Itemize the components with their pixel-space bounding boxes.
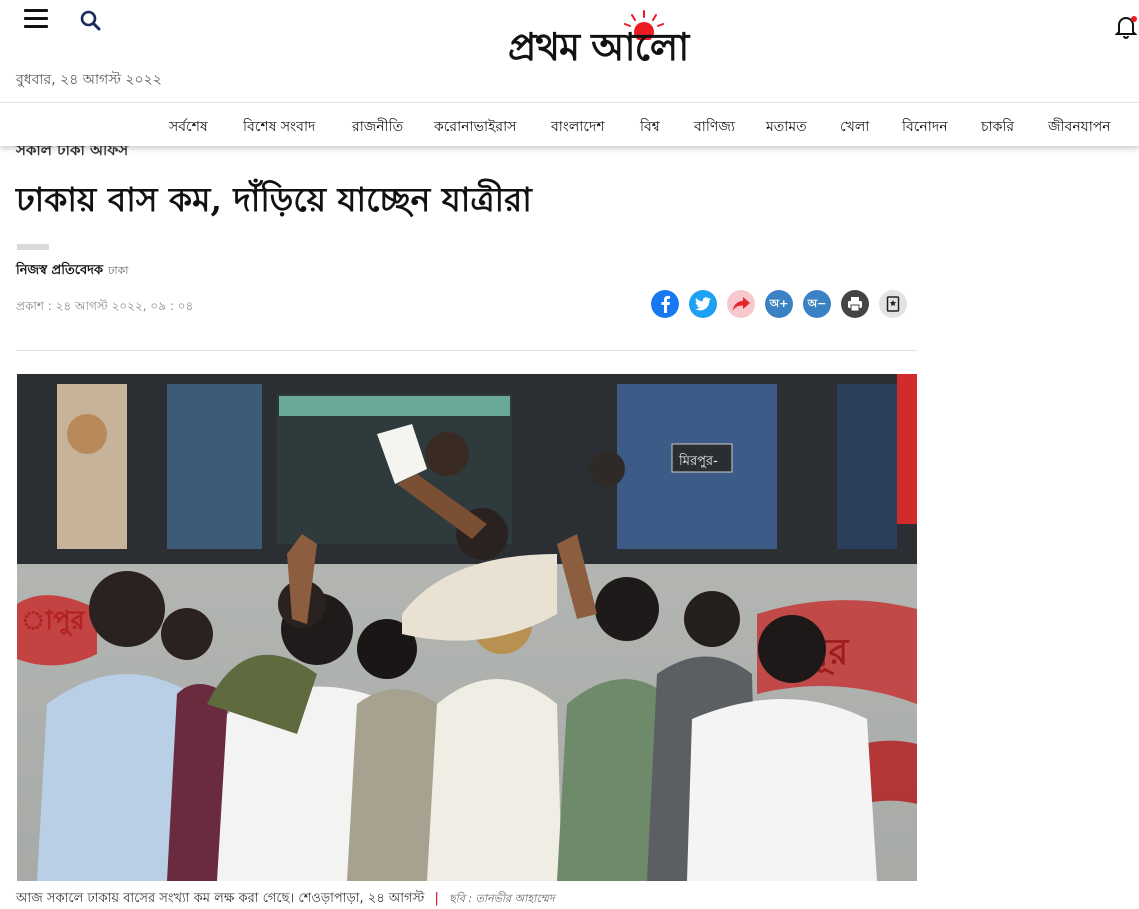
font-increase-button[interactable]: অ+ [765,290,793,318]
nav-item-business[interactable]: বাণিজ্য [694,115,735,139]
nav-item-bangladesh[interactable]: বাংলাদেশ [551,115,605,139]
headline-accent-bar [17,244,49,250]
article-headline: ঢাকায় বাস কম, দাঁড়িয়ে যাচ্ছেন যাত্রীর… [16,180,532,219]
caption-text: আজ সকালে ঢাকায় বাসের সংখ্যা কম লক্ষ করা… [16,891,425,906]
article-photo[interactable]: মিরপুর- াপুর নূর [17,374,917,881]
twitter-share-button[interactable] [689,290,717,318]
share-button[interactable] [727,290,755,318]
twitter-icon [695,297,711,311]
print-icon [848,297,862,312]
nav-item-sports[interactable]: খেলা [840,115,869,139]
logo-text: প্রথম আলো [508,24,689,69]
site-header: প্রথম আলো বুধবার, ২৪ আগস্ট ২০২২ [0,0,1139,102]
nav-item-latest[interactable]: সর্বশেষ [169,115,208,139]
nav-item-world[interactable]: বিশ্ব [640,115,660,139]
font-decrease-button[interactable]: অ− [803,290,831,318]
nav-item-coronavirus[interactable]: করোনাভাইরাস [434,115,516,139]
bookmark-icon [886,296,900,312]
facebook-share-button[interactable] [651,290,679,318]
byline: নিজস্ব প্রতিবেদক ঢাকা [16,259,129,282]
current-date: বুধবার, ২৪ আগস্ট ২০২২ [16,72,162,88]
bus-side-text-left: াপুর [21,606,87,637]
author-name[interactable]: নিজস্ব প্রতিবেদক [16,263,103,278]
nav-item-lifestyle[interactable]: জীবনযাপন [1048,115,1111,139]
author-location: ঢাকা [108,264,129,277]
photo-credit: ছবি : তানভীর আহাম্মেদ [449,892,555,905]
print-button[interactable] [841,290,869,318]
nav-item-special-news[interactable]: বিশেষ সংবাদ [243,115,315,139]
menu-icon[interactable] [24,9,48,31]
share-icon [732,297,750,311]
publish-time: প্রকাশ : ২৪ আগস্ট ২০২২, ০৯ : ০৪ [16,299,194,313]
bell-icon[interactable] [1114,14,1138,40]
site-logo[interactable]: প্রথম আলো [508,4,776,70]
caption-separator: | [434,891,439,906]
facebook-icon [661,295,670,313]
nav-item-jobs[interactable]: চাকরি [981,115,1014,139]
nav-item-entertainment[interactable]: বিনোদন [902,115,948,139]
nav-item-opinion[interactable]: মতামত [766,115,807,139]
search-icon[interactable] [79,9,103,33]
bookmark-button[interactable] [879,290,907,318]
header-divider [16,350,917,351]
main-nav: সর্বশেষ বিশেষ সংবাদ রাজনীতি করোনাভাইরাস … [0,102,1139,146]
bus-route-sign: মিরপুর- [678,453,718,469]
photo-caption: আজ সকালে ঢাকায় বাসের সংখ্যা কম লক্ষ করা… [16,889,555,909]
nav-item-politics[interactable]: রাজনীতি [352,115,403,139]
